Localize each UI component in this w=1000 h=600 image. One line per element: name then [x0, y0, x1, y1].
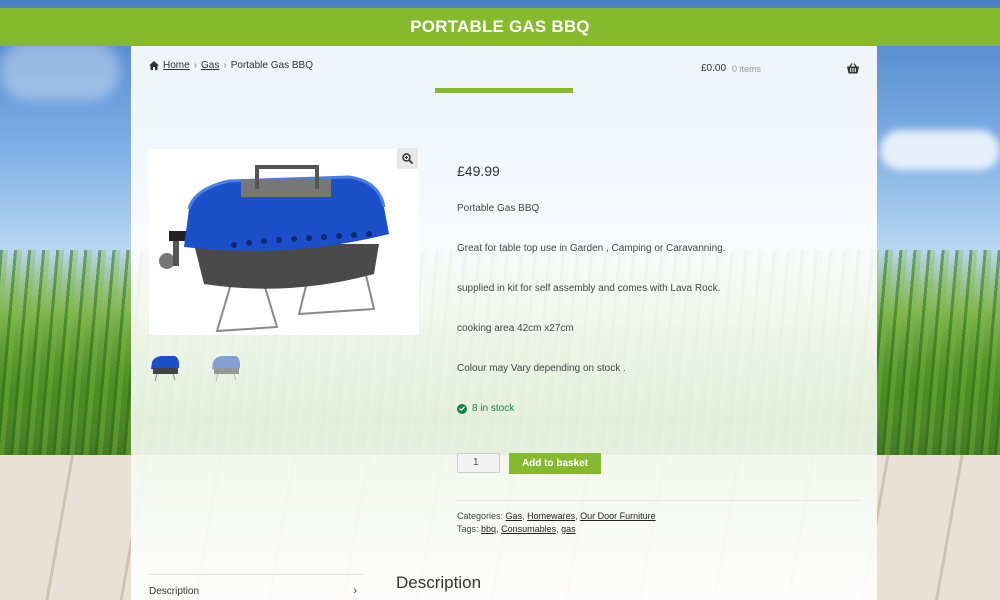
tag-link-bbq[interactable]: bbq — [481, 524, 496, 534]
quantity-input[interactable]: 1 — [457, 453, 500, 473]
title-accent-bar — [435, 88, 573, 93]
category-link-our-door-furniture[interactable]: Our Door Furniture — [580, 511, 656, 521]
background-cloud — [880, 130, 1000, 170]
product-image[interactable] — [149, 149, 419, 335]
zoom-icon — [402, 153, 413, 164]
zoom-button[interactable] — [397, 148, 418, 169]
breadcrumb-separator: › — [223, 60, 227, 71]
basket-icon[interactable] — [847, 63, 859, 74]
chevron-right-icon: › — [353, 585, 357, 597]
tab-description[interactable]: Description › — [149, 585, 357, 597]
description-line: supplied in kit for self assembly and co… — [457, 283, 721, 294]
product-tags: Tags: bbq, Consumables, gas — [457, 524, 576, 534]
description-line: cooking area 42cm x27cm — [457, 323, 574, 334]
product-thumbnail[interactable] — [210, 352, 242, 382]
product-price: £49.99 — [457, 163, 500, 179]
bbq-thumbnail-image — [151, 356, 179, 382]
description-line: Portable Gas BBQ — [457, 203, 540, 214]
page-title: PORTABLE GAS BBQ — [410, 17, 590, 36]
breadcrumb-separator: › — [193, 60, 198, 71]
tag-link-consumables[interactable]: Consumables — [501, 524, 556, 534]
category-link-gas[interactable]: Gas — [506, 511, 523, 521]
categories-label: Categories: — [457, 511, 504, 521]
stock-text: 8 in stock — [472, 403, 515, 414]
breadcrumb-gas-link[interactable]: Gas — [201, 60, 219, 71]
stock-status: 8 in stock — [457, 403, 514, 414]
check-circle-icon — [457, 403, 467, 414]
home-icon — [149, 61, 159, 70]
tab-description-label: Description — [149, 585, 200, 597]
cart-count: 0 items — [732, 63, 762, 74]
tag-link-gas[interactable]: gas — [561, 524, 576, 534]
breadcrumb: Home › Gas › Portable Gas BBQ — [149, 60, 313, 71]
cart-summary[interactable]: £0.00 0 items — [701, 63, 859, 74]
background-cloud — [0, 40, 120, 100]
breadcrumb-current: Portable Gas BBQ — [230, 60, 313, 71]
description-line: Great for table top use in Garden , Camp… — [457, 243, 726, 254]
divider — [457, 500, 859, 501]
breadcrumb-home-link[interactable]: Home — [163, 60, 190, 71]
add-to-basket-button[interactable]: Add to basket — [509, 453, 601, 474]
site-header: PORTABLE GAS BBQ — [0, 8, 1000, 46]
bbq-thumbnail-image — [212, 356, 240, 382]
tags-label: Tags: — [457, 524, 479, 534]
product-categories: Categories: Gas, Homewares, Our Door Fur… — [457, 511, 656, 521]
tab-divider — [149, 574, 364, 575]
category-link-homewares[interactable]: Homewares — [527, 511, 575, 521]
description-heading: Description — [396, 573, 482, 592]
cart-total: £0.00 — [701, 63, 727, 74]
description-line: Colour may Vary depending on stock . — [457, 363, 626, 374]
bbq-image — [159, 165, 389, 333]
product-thumbnail[interactable] — [149, 352, 181, 382]
